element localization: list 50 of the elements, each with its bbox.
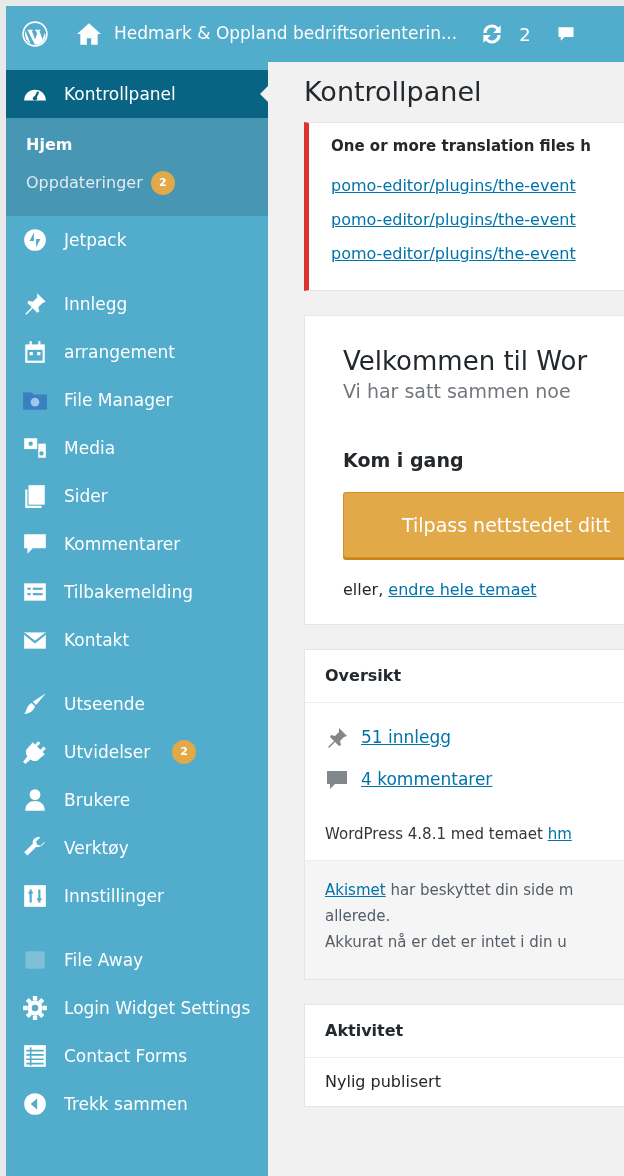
change-theme-link[interactable]: endre hele temaet — [388, 580, 537, 600]
sidebar-item[interactable]: Tilbakemelding — [6, 568, 268, 616]
sidebar-item[interactable]: Verktøy — [6, 824, 268, 872]
welcome-subtitle: Vi har satt sammen noe — [343, 379, 572, 405]
notice-message: One or more translation files h — [331, 136, 592, 158]
section-heading: Kom i gang — [343, 447, 465, 473]
sidebar-item[interactable]: Kontrollpanel — [6, 70, 268, 118]
home-icon[interactable] — [76, 21, 102, 47]
section-heading: Nylig publisert — [324, 1071, 442, 1094]
gear-icon — [20, 995, 50, 1021]
count-badge: 2 — [150, 171, 175, 195]
sidebar-item[interactable]: File Manager — [6, 376, 268, 424]
akismet-text: Akismet har beskyttet din side m — [325, 879, 575, 901]
sidebar-item[interactable]: Jetpack — [6, 216, 268, 264]
sidebar-item[interactable]: Contact Forms — [6, 1032, 268, 1080]
sidebar-item[interactable]: Trekk sammen — [6, 1080, 268, 1128]
sidebar-item[interactable]: Kommentarer — [6, 520, 268, 568]
akismet-link[interactable]: Akismet — [325, 880, 386, 899]
page-title: Kontrollpanel — [304, 76, 483, 109]
submenu-item[interactable]: Hjem — [6, 126, 268, 164]
sidebar-item[interactable]: Kontakt — [6, 616, 268, 664]
sidebar-item[interactable]: arrangement — [6, 328, 268, 376]
akismet-text-continued: allerede. — [325, 905, 392, 927]
wordpress-logo[interactable] — [20, 21, 50, 47]
site-title-link[interactable]: Hedmark & Oppland bedriftsorienterin... — [114, 21, 458, 47]
sidebar-item[interactable]: Sider — [6, 472, 268, 520]
sidebar-item[interactable]: Utseende — [6, 680, 268, 728]
count-badge: 2 — [172, 740, 197, 764]
alternative-text: eller, endre hele temaet — [343, 579, 538, 602]
theme-link[interactable]: hm — [547, 825, 572, 844]
sidebar-item[interactable]: Utvidelser 2 — [6, 728, 268, 776]
sidebar-item[interactable]: Media — [6, 424, 268, 472]
queue-text: Akkurat nå er det er intet i din u — [325, 932, 568, 954]
sidebar-item[interactable]: Login Widget Settings — [6, 984, 268, 1032]
sidebar-item[interactable]: Innstillinger — [6, 872, 268, 920]
file-link[interactable]: pomo-editor/plugins/the-event — [331, 241, 576, 266]
version-text: WordPress 4.8.1 med temaet hm — [324, 824, 573, 846]
sidebar-item[interactable]: Brukere — [6, 776, 268, 824]
sidebar-item[interactable]: File Away — [6, 936, 268, 984]
sidebar-item[interactable]: Innlegg — [6, 280, 268, 328]
welcome-title: Velkommen til Wor — [343, 345, 589, 378]
customize-button[interactable]: Tilpass nettstedet ditt — [343, 492, 624, 559]
file-link[interactable]: pomo-editor/plugins/the-event — [331, 207, 576, 232]
submenu-item[interactable]: Oppdateringer 2 — [6, 164, 268, 202]
count-link[interactable]: 51 innlegg — [361, 725, 452, 751]
count-link[interactable]: 4 kommentarer — [361, 767, 493, 793]
file-link[interactable]: pomo-editor/plugins/the-event — [331, 173, 576, 198]
panel-title: Aktivitet — [305, 1005, 624, 1059]
panel-title: Oversikt — [305, 650, 624, 704]
updates-count: 2 — [519, 22, 531, 47]
